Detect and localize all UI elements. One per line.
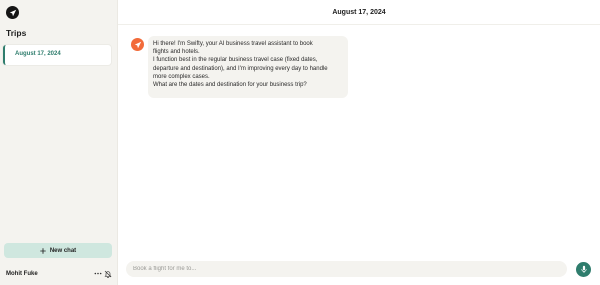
new-chat-label: New chat	[49, 247, 77, 254]
microphone-icon	[580, 265, 587, 273]
message-line: more complex cases.	[153, 73, 210, 80]
more-options-button[interactable]	[93, 269, 102, 278]
microphone-button[interactable]	[576, 262, 591, 277]
conversation-date: August 17, 2024	[332, 9, 386, 16]
more-horizontal-icon	[94, 272, 101, 275]
plus-icon	[40, 247, 46, 254]
bell-off-icon	[104, 270, 111, 278]
message-line: What are the dates and destination for y…	[153, 82, 307, 89]
chat-input[interactable]	[126, 261, 567, 277]
app-logo[interactable]	[6, 6, 19, 19]
paper-plane-icon	[9, 9, 16, 16]
trip-item[interactable]: August 17, 2024	[3, 45, 111, 65]
message-line: Hi there! I'm Swifty, your AI business t…	[153, 41, 313, 47]
user-name: Mohit Fuke	[6, 271, 38, 277]
sidebar: Trips August 17, 2024 New chat Mohit Fuk…	[0, 0, 118, 285]
message-line: flights and hotels.	[153, 49, 200, 56]
trip-item-label: August 17, 2024	[15, 51, 61, 57]
message-line: I function best in the regular business …	[153, 57, 318, 64]
new-chat-button[interactable]: New chat	[4, 243, 112, 258]
main-header: August 17, 2024	[118, 0, 600, 25]
assistant-avatar	[131, 38, 144, 51]
message-line: departure and destination), and I'm impr…	[153, 65, 328, 72]
paper-plane-icon	[134, 41, 141, 48]
sidebar-title: Trips	[6, 28, 27, 38]
notifications-button[interactable]	[103, 269, 112, 278]
assistant-message: Hi there! I'm Swifty, your AI business t…	[148, 36, 348, 98]
